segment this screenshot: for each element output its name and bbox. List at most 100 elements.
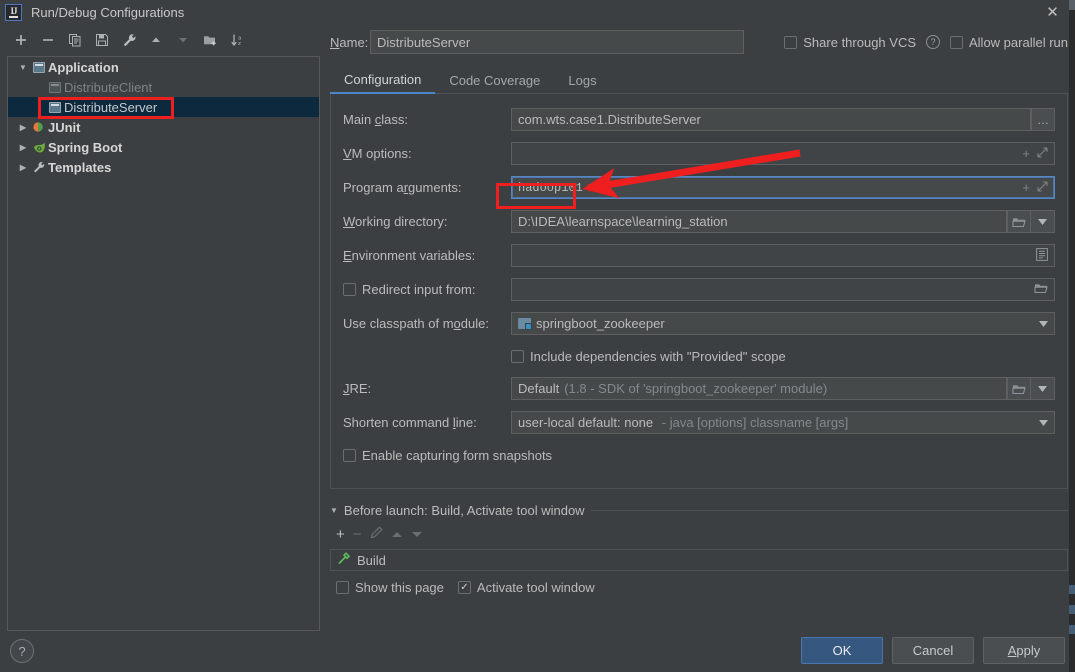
before-launch-title: Before launch: Build, Activate tool wind… [343, 502, 585, 518]
show-this-page-checkbox[interactable]: Show this page [336, 580, 444, 595]
form-snapshots-label: Enable capturing form snapshots [362, 447, 553, 463]
move-down-button[interactable] [170, 27, 196, 53]
redirect-input-field[interactable] [511, 278, 1055, 301]
program-arguments-label: Program arguments: [343, 180, 462, 195]
tree-item-application[interactable]: ▼ Application [8, 57, 319, 77]
edge-artifact [1069, 0, 1075, 10]
form-snapshots-checkbox[interactable]: Enable capturing form snapshots [343, 448, 552, 463]
redirect-input-checkbox[interactable]: Redirect input from: [343, 282, 511, 297]
jre-browse-button[interactable] [1007, 377, 1031, 400]
jre-value: Default [518, 381, 560, 396]
remove-task-button[interactable]: − [353, 526, 362, 543]
checkbox-box[interactable] [343, 448, 356, 462]
configurations-tree[interactable]: ▼ Application DistributeClient Distribut… [7, 56, 320, 631]
main-class-input[interactable]: com.wts.case1.DistributeServer [511, 108, 1031, 131]
checkbox-box[interactable] [511, 349, 524, 363]
chevron-down-icon[interactable] [1039, 319, 1048, 329]
checkbox-box[interactable] [343, 283, 356, 296]
help-button[interactable]: ? [10, 639, 34, 663]
share-through-vcs-label: Share through VCS [803, 34, 916, 50]
before-launch-header[interactable]: ▼ Before launch: Build, Activate tool wi… [330, 501, 1068, 519]
tree-item-label: DistributeServer [64, 99, 158, 115]
tab-code-coverage[interactable]: Code Coverage [435, 73, 554, 93]
wrench-icon [30, 161, 48, 174]
tab-configuration[interactable]: Configuration [330, 72, 436, 94]
tab-logs[interactable]: Logs [554, 73, 610, 93]
shorten-command-line-combobox[interactable]: user-local default: none - java [options… [511, 411, 1055, 434]
jre-dropdown-button[interactable] [1031, 377, 1055, 400]
dialog-buttons: OK Cancel Apply [801, 637, 1065, 664]
tree-item-spring-boot[interactable]: ▶ Spring Boot [8, 137, 319, 157]
vm-options-input[interactable] [511, 142, 1055, 165]
edit-templates-wrench-icon[interactable] [116, 27, 142, 53]
include-provided-label: Include dependencies with "Provided" sco… [530, 348, 786, 364]
name-input[interactable]: DistributeServer [370, 30, 744, 54]
program-arguments-input[interactable]: hadoop101 [511, 176, 1055, 199]
environment-variables-input[interactable] [511, 244, 1055, 267]
share-through-vcs-checkbox[interactable]: Share through VCS [784, 35, 916, 50]
remove-configuration-button[interactable] [35, 27, 61, 53]
cancel-button[interactable]: Cancel [892, 637, 974, 664]
tree-item-label: JUnit [48, 119, 81, 135]
intellij-logo-icon: IJ [5, 3, 22, 21]
add-configuration-button[interactable] [8, 27, 34, 53]
working-directory-label: Working directory: [343, 214, 448, 229]
expand-triangle-icon[interactable]: ▶ [16, 143, 30, 152]
shorten-command-line-hint: - java [options] classname [args] [661, 415, 849, 430]
spring-icon [30, 141, 48, 154]
move-task-up-button[interactable] [391, 527, 403, 542]
checkbox-box[interactable] [950, 35, 963, 49]
tree-item-label: DistributeClient [64, 79, 153, 95]
logo-text: IJ [9, 6, 18, 18]
sort-configurations-button[interactable]: a z [224, 27, 250, 53]
tree-item-junit[interactable]: ▶ JUnit [8, 117, 319, 137]
expand-triangle-icon[interactable]: ▼ [16, 63, 30, 72]
add-task-button[interactable]: + [336, 526, 345, 543]
ok-button[interactable]: OK [801, 637, 883, 664]
before-launch-collapse-icon[interactable]: ▼ [330, 506, 338, 515]
tree-item-templates[interactable]: ▶ Templates [8, 157, 319, 177]
classpath-module-combobox[interactable]: springboot_zookeeper [511, 312, 1055, 335]
working-directory-browse-button[interactable] [1007, 210, 1031, 233]
tree-item-distributeserver[interactable]: DistributeServer [8, 97, 319, 117]
environment-variables-row: Environment variables: [343, 244, 1055, 267]
name-label: Name: [330, 34, 369, 50]
include-provided-checkbox[interactable]: Include dependencies with "Provided" sco… [511, 349, 786, 364]
before-launch-task-list[interactable]: Build [330, 549, 1068, 571]
configuration-form: Main class: com.wts.case1.DistributeServ… [330, 94, 1068, 489]
chevron-down-icon[interactable] [1039, 418, 1048, 428]
application-icon [46, 101, 64, 113]
save-configuration-button[interactable] [89, 27, 115, 53]
allow-parallel-run-checkbox[interactable]: Allow parallel run [950, 35, 1068, 50]
environment-variables-label: Environment variables: [343, 248, 476, 263]
vcs-help-icon[interactable]: ? [926, 35, 940, 49]
checkbox-box[interactable] [336, 581, 349, 594]
move-up-button[interactable] [143, 27, 169, 53]
expand-triangle-icon[interactable]: ▶ [16, 123, 30, 132]
create-folder-button[interactable] [197, 27, 223, 53]
working-directory-input[interactable]: D:\IDEA\learnspace\learning_station [511, 210, 1007, 233]
working-directory-dropdown-button[interactable] [1031, 210, 1055, 233]
shorten-command-line-label: Shorten command line: [343, 415, 477, 430]
shorten-command-line-row: Shorten command line: user-local default… [343, 411, 1055, 434]
edge-artifact [1069, 605, 1075, 614]
jre-input[interactable]: Default (1.8 - SDK of 'springboot_zookee… [511, 377, 1007, 400]
copy-configuration-button[interactable] [62, 27, 88, 53]
tree-item-distributeclient[interactable]: DistributeClient [8, 77, 319, 97]
checkbox-box[interactable] [784, 35, 798, 49]
dialog-footer: ? OK Cancel Apply [0, 630, 1075, 672]
edit-task-button[interactable] [370, 526, 383, 542]
vm-options-label: VM options: [343, 146, 412, 161]
svg-text:z: z [238, 41, 241, 47]
expand-triangle-icon[interactable]: ▶ [16, 163, 30, 172]
classpath-module-row: Use classpath of module: springboot_zook… [343, 312, 1055, 335]
activate-tool-window-checkbox[interactable]: Activate tool window [457, 580, 595, 595]
move-task-down-button[interactable] [411, 527, 423, 542]
application-icon [30, 61, 48, 73]
window-title: Run/Debug Configurations [31, 4, 185, 20]
application-icon [46, 81, 64, 93]
main-class-browse-button[interactable]: … [1031, 108, 1055, 131]
checkbox-box[interactable] [457, 581, 471, 594]
redirect-input-row: Redirect input from: [343, 278, 1055, 301]
apply-button[interactable]: Apply [983, 637, 1065, 664]
